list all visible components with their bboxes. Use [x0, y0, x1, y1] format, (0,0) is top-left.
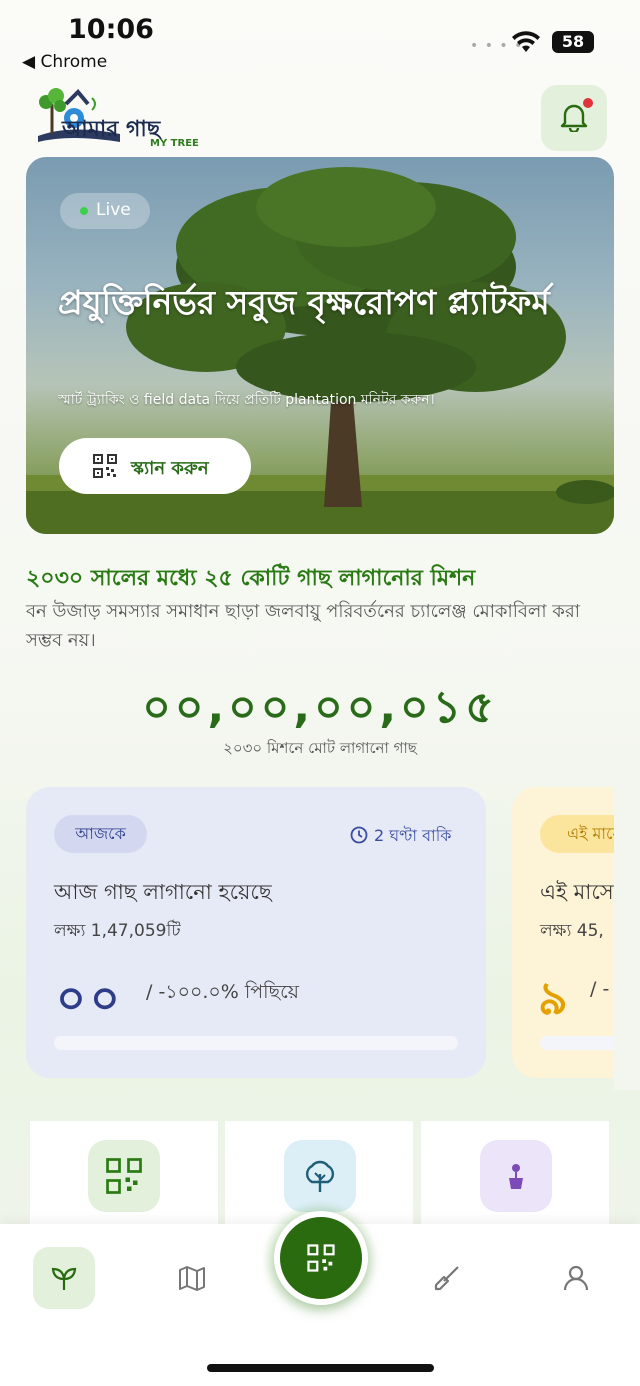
- total-trees-label: ২০৩০ মিশনে মোট লাগানো গাছ: [223, 739, 417, 757]
- today-progress-note: / -১০০.০% পিছিয়ে: [146, 981, 299, 1003]
- scan-button[interactable]: স্ক্যান করুন: [59, 438, 251, 494]
- notification-badge: [581, 96, 595, 110]
- today-heading: আজ গাছ লাগানো হয়েছে: [54, 880, 272, 904]
- nav-home[interactable]: [33, 1247, 95, 1309]
- battery-indicator: 58: [552, 31, 594, 53]
- user-icon: [563, 1265, 589, 1291]
- clock-icon: [350, 826, 368, 844]
- sprout-icon: [51, 1267, 77, 1290]
- mission-description: বন উজাড় সমস্যার সমাধান ছাড়া জলবায়ু পর…: [26, 601, 580, 651]
- time-remaining-label: 2 ঘণ্টা বাকি: [374, 826, 452, 845]
- qr-code-icon: [106, 1158, 142, 1194]
- hero-title: প্রযুক্তিনির্ভর সবুজ বৃক্ষরোপণ প্ল্যাটফর…: [58, 283, 550, 322]
- card-scroll-clip: [614, 780, 640, 1090]
- status-time: 10:06: [68, 14, 154, 45]
- today-count: ০০: [56, 971, 124, 1025]
- quick-action-scan-icon-box: [88, 1140, 160, 1212]
- nav-map[interactable]: [161, 1247, 223, 1309]
- live-label: Live: [96, 200, 131, 220]
- quick-action-nursery-icon-box: [480, 1140, 552, 1212]
- home-indicator: [207, 1364, 434, 1372]
- status-bar: 10:06 ◀ Chrome • • • • 58: [0, 0, 640, 80]
- qr-scan-icon: [307, 1244, 335, 1272]
- scan-button-label: স্ক্যান করুন: [131, 458, 209, 479]
- month-count: ৯: [538, 971, 568, 1025]
- nav-plant[interactable]: [416, 1247, 478, 1309]
- plant-pot-icon: [509, 1164, 523, 1189]
- time-remaining: 2 ঘণ্টা বাকি: [350, 823, 451, 850]
- scan-fab-button[interactable]: [274, 1211, 368, 1305]
- today-progress-bar: [54, 1036, 458, 1050]
- map-icon: [179, 1266, 205, 1291]
- shovel-icon: [434, 1266, 459, 1291]
- logo-subtitle: MY TREE: [150, 138, 199, 149]
- month-progress-note: / -: [590, 978, 610, 1000]
- month-heading: এই মাসে: [540, 880, 614, 904]
- mission-title: ২০৩০ সালের মধ্যে ২৫ কোটি গাছ লাগানোর মিশ…: [26, 566, 476, 591]
- wifi-icon: [512, 31, 540, 52]
- today-target: লক্ষ্য 1,47,059টি: [54, 921, 181, 941]
- today-badge: আজকে: [54, 815, 147, 853]
- qr-code-icon: [93, 454, 117, 478]
- logo-wordmark: আমার গাছ: [62, 117, 161, 142]
- notifications-button[interactable]: [541, 85, 607, 151]
- hero-subtitle: স্মার্ট ট্র্যাকিং ও field data দিয়ে প্র…: [58, 392, 435, 408]
- back-to-app-link[interactable]: ◀ Chrome: [22, 52, 107, 72]
- tree-icon: [305, 1160, 335, 1192]
- month-target: লক্ষ্য 45,: [540, 921, 604, 941]
- live-indicator-dot: [80, 207, 88, 215]
- nav-profile[interactable]: [545, 1247, 607, 1309]
